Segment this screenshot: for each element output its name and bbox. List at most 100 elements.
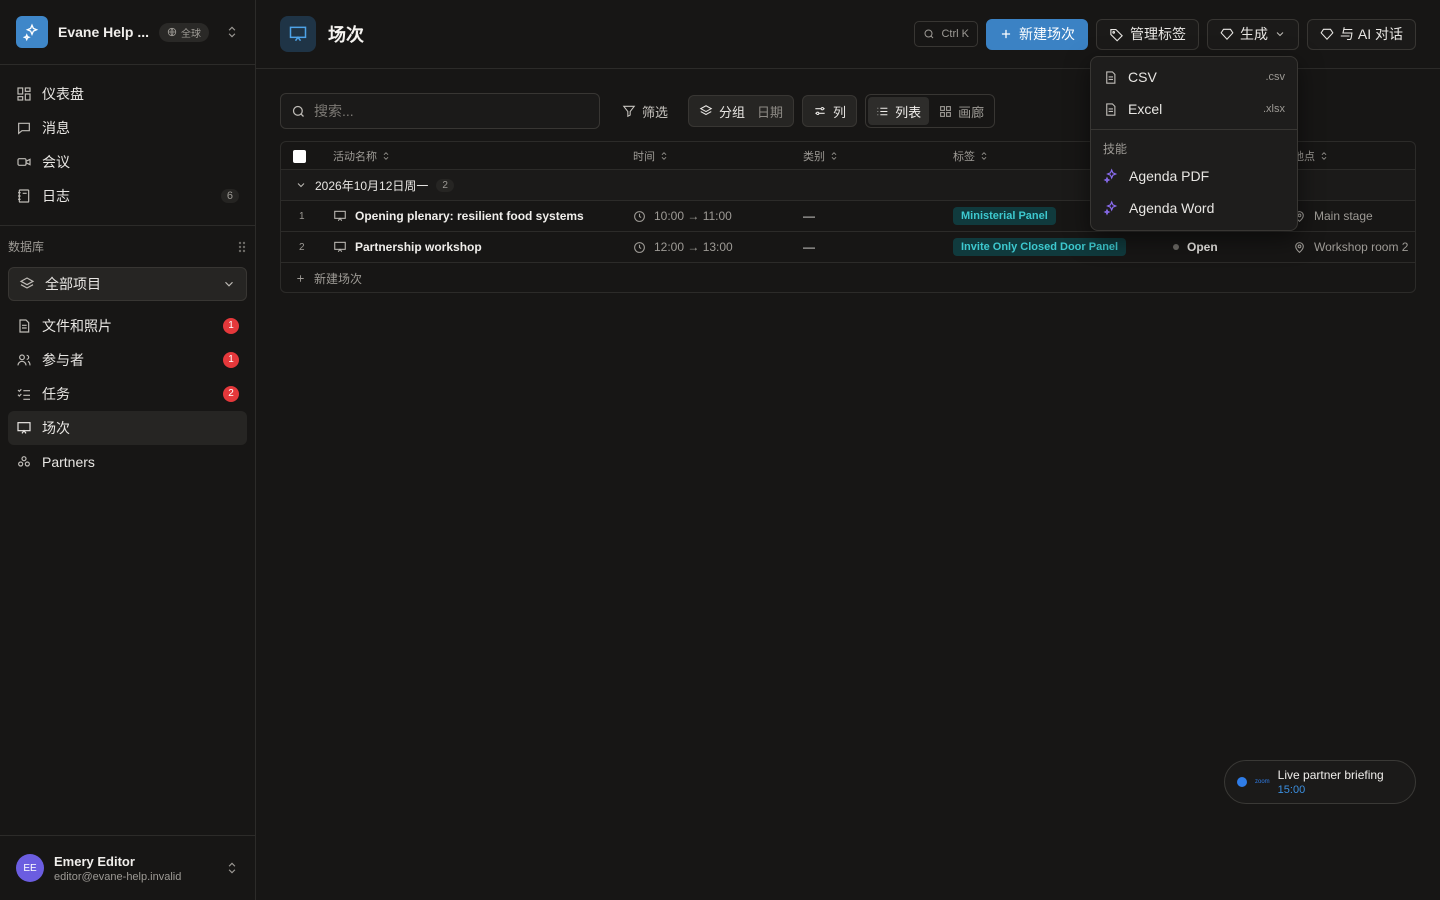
user-name: Emery Editor [54, 853, 135, 869]
clock-icon [634, 210, 645, 222]
nav-messages[interactable]: 消息 [8, 111, 247, 145]
drag-handle-icon[interactable] [237, 240, 247, 254]
search-box[interactable] [280, 93, 600, 129]
session-status: Open [1187, 240, 1218, 254]
toast-time: 15:00 [1277, 784, 1306, 796]
menu-item-agenda-pdf[interactable]: Agenda PDF [1095, 160, 1293, 192]
sidebar-item-tasks[interactable]: 任务 2 [8, 377, 247, 411]
search-input[interactable] [314, 103, 574, 119]
nav-dashboard[interactable]: 仪表盘 [8, 77, 247, 111]
command-search-button[interactable]: Ctrl K [914, 21, 978, 47]
sidebar-item-sessions[interactable]: 场次 [8, 411, 247, 445]
chevron-updown-icon [228, 862, 236, 874]
row-number: 1 [299, 210, 305, 222]
live-indicator [1237, 777, 1247, 787]
checklist-icon [17, 388, 30, 400]
ai-chat-button[interactable]: 与 AI 对话 [1306, 18, 1416, 50]
group-label: 2026年10月12日周一 [315, 178, 429, 193]
clock-icon [634, 241, 645, 253]
nav-log[interactable]: 日志 6 [8, 179, 247, 213]
chevron-down-icon [1276, 32, 1284, 37]
sidebar-item-label: 场次 [42, 420, 70, 436]
sort-icon [831, 152, 837, 160]
column-label: 时间 [633, 151, 655, 163]
menu-item-label: Excel [1128, 101, 1163, 117]
file-icon [1106, 70, 1116, 84]
nav-label: 仪表盘 [42, 86, 84, 102]
button-label: 列表 [895, 104, 922, 120]
session-name[interactable]: Opening plenary: resilient food systems [355, 209, 584, 223]
view-gallery-button[interactable]: 画廊 [931, 97, 992, 125]
sidebar: Evane Help ... 全球 仪表盘 消息 会议 日志 6 数据库 全部项… [0, 0, 256, 900]
nav-label: 日志 [42, 188, 70, 204]
button-label: 生成 [1239, 26, 1268, 42]
view-list-button[interactable]: 列表 [868, 97, 930, 125]
diamond-icon [1220, 28, 1234, 41]
list-icon [877, 107, 888, 115]
file-icon [1106, 102, 1116, 116]
sidebar-item-partners[interactable]: Partners [8, 445, 247, 479]
column-label: 标签 [953, 151, 975, 163]
grid-icon [17, 87, 31, 101]
filter-button[interactable]: 筛选 [612, 95, 678, 127]
notification-badge: 1 [223, 318, 239, 334]
select-all-checkbox[interactable] [293, 142, 306, 170]
database-selector[interactable]: 全部项目 [8, 267, 247, 301]
menu-item-excel[interactable]: Excel .xlsx [1095, 93, 1293, 125]
menu-item-agenda-word[interactable]: Agenda Word [1095, 192, 1293, 224]
scope-badge: 全球 [159, 22, 210, 42]
session-location: Main stage [1314, 209, 1373, 223]
session-name[interactable]: Partnership workshop [355, 240, 482, 254]
column-header-tags[interactable]: 标签 [953, 142, 989, 170]
sidebar-item-participants[interactable]: 参与者 1 [8, 343, 247, 377]
scope-label: 全球 [181, 28, 202, 40]
tag-icon [1110, 28, 1123, 42]
chevron-updown-icon [228, 26, 236, 38]
search-icon [924, 29, 934, 39]
column-header-name[interactable]: 活动名称 [333, 142, 391, 170]
user-menu[interactable]: EE Emery Editor editor@evane-help.invali… [0, 835, 255, 900]
shortcut-label: Ctrl K [941, 28, 969, 40]
session-location: Workshop room 2 [1314, 240, 1409, 254]
nav-meetings[interactable]: 会议 [8, 145, 247, 179]
table-row[interactable]: 2 Partnership workshop 12:00 → 13:00 — I… [281, 232, 1415, 263]
workspace-name: Evane Help ... [58, 24, 150, 40]
file-extension: .csv [1265, 71, 1285, 83]
presentation-icon [334, 210, 346, 221]
zoom-logo: zoom [1255, 779, 1270, 785]
database-title: 数据库 [8, 240, 45, 254]
add-row-button[interactable]: 新建场次 [281, 263, 1415, 292]
menu-item-csv[interactable]: CSV .csv [1095, 61, 1293, 93]
chevron-down-icon [225, 281, 233, 287]
database-selector-label: 全部项目 [45, 276, 101, 292]
page-title: 场次 [328, 25, 364, 45]
workspace-switcher[interactable]: Evane Help ... 全球 [0, 0, 255, 65]
column-header-location[interactable]: 地点 [1293, 142, 1329, 170]
users-icon [17, 354, 31, 366]
column-header-time[interactable]: 时间 [633, 142, 669, 170]
toast-title: Live partner briefing [1277, 768, 1384, 782]
session-time: 12:00 → 13:00 [654, 240, 733, 254]
avatar: EE [16, 854, 44, 882]
sidebar-item-label: 文件和照片 [42, 318, 112, 334]
layers-icon [19, 277, 35, 289]
manage-tags-button[interactable]: 管理标签 [1095, 18, 1199, 50]
meeting-toast[interactable]: zoom Live partner briefing 15:00 [1224, 760, 1416, 804]
filter-icon [622, 105, 636, 118]
menu-item-label: Agenda Word [1129, 200, 1215, 216]
partners-icon [18, 456, 30, 467]
columns-button[interactable]: 列 [802, 95, 858, 127]
row-number: 2 [299, 241, 305, 253]
chevron-down-icon [297, 183, 305, 188]
video-icon [17, 158, 31, 166]
sort-icon [981, 152, 987, 160]
presentation-icon [334, 241, 346, 252]
button-label: 列 [833, 104, 847, 120]
generate-button[interactable]: 生成 [1206, 18, 1299, 50]
sparkle-icon [1103, 200, 1118, 216]
button-label: 管理标签 [1129, 26, 1186, 42]
sidebar-item-files[interactable]: 文件和照片 1 [8, 309, 247, 343]
group-button[interactable]: 分组 日期 [688, 95, 795, 127]
new-session-button[interactable]: 新建场次 [985, 18, 1088, 50]
column-header-category[interactable]: 类别 [803, 142, 839, 170]
